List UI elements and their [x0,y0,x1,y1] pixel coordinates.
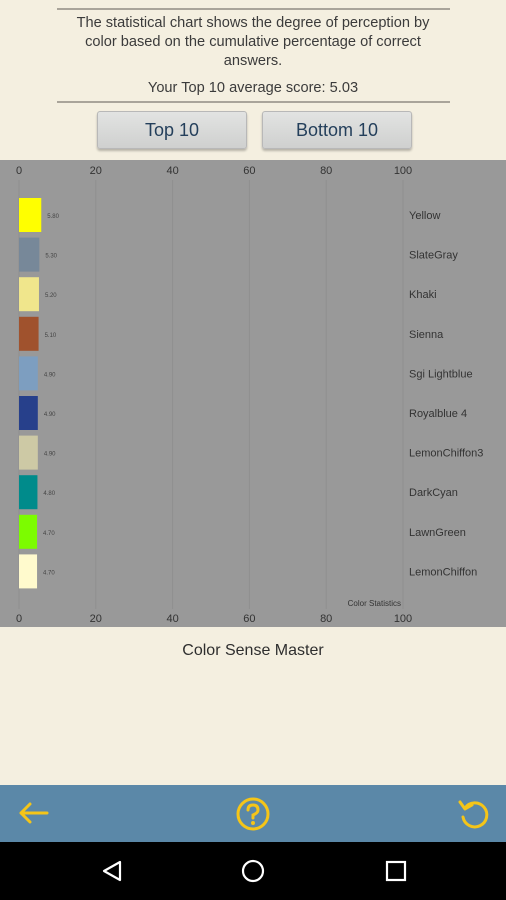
rotate-icon[interactable] [456,796,492,832]
x-tick-label-bottom: 0 [16,613,22,625]
chart-description: The statistical chart shows the degree o… [76,15,430,69]
bar [19,396,38,430]
x-tick-label-bottom: 100 [394,613,412,625]
top-10-button[interactable]: Top 10 [97,111,247,149]
x-tick-label-top: 40 [166,165,178,177]
bar-category-label: Yellow [409,210,440,222]
bar-category-label: DarkCyan [409,487,458,499]
top-divider [57,8,450,10]
bar-value-label: 5.80 [47,214,59,220]
help-circle-icon[interactable] [235,796,271,832]
color-statistics-chart: 0 0 20 20 40 40 60 60 80 80 100 100 5.80 Yellow 5.30 Sl… [0,160,506,627]
bar-category-label: LemonChiffon3 [409,448,483,460]
x-tick-label-top: 80 [320,165,332,177]
x-tick-label-top: 100 [394,165,412,177]
arrow-left-icon[interactable] [16,798,50,828]
x-tick-label-bottom: 60 [243,613,255,625]
header: The statistical chart shows the degree o… [0,0,506,160]
bar [19,237,40,272]
x-tick-label-top: 0 [16,165,22,177]
bar-value-label: 4.90 [44,412,56,418]
bar-category-label: Royalblue 4 [409,408,467,420]
bar [19,554,38,589]
app-title: Color Sense Master [182,642,324,659]
bar [19,277,39,312]
bar-category-label: LemonChiffon [409,566,477,578]
bar-value-label: 4.90 [44,372,56,378]
bar [19,435,38,470]
circle-home-icon[interactable] [241,859,265,883]
bar-value-label: 4.70 [43,570,55,576]
bar-category-label: Sienna [409,329,444,341]
chart-title: Color Statistics [348,599,401,608]
x-tick-label-bottom: 80 [320,613,332,625]
bar-value-label: 5.30 [45,254,57,260]
x-tick-label-bottom: 40 [166,613,178,625]
bar-value-label: 5.10 [45,333,57,339]
bottom-toolbar [0,785,506,842]
system-navbar [0,842,506,900]
bar-category-label: Sgi Lightblue [409,368,473,380]
average-score: Your Top 10 average score: 5.03 [147,80,359,96]
x-tick-label-top: 60 [243,165,255,177]
bar-value-label: 4.80 [43,491,55,497]
bottom-divider [57,101,450,103]
chart-svg: 0 0 20 20 40 40 60 60 80 80 100 100 5.80 Yellow 5.30 Sl… [16,165,483,625]
bar-category-label: SlateGray [409,250,458,262]
bar-value-label: 4.70 [43,531,55,537]
bar [19,475,38,510]
bar [19,356,38,391]
bar [19,198,42,232]
bar-value-label: 5.20 [45,293,57,299]
triangle-back-icon[interactable] [100,859,124,883]
bar-value-label: 4.90 [44,452,56,458]
bar-category-label: Khaki [409,289,437,301]
bar [19,514,38,549]
bar [19,316,39,351]
bottom-10-button[interactable]: Bottom 10 [262,111,412,149]
bar-category-label: LawnGreen [409,527,466,539]
x-tick-label-bottom: 20 [90,613,102,625]
x-tick-label-top: 20 [90,165,102,177]
square-recents-icon[interactable] [385,860,407,882]
